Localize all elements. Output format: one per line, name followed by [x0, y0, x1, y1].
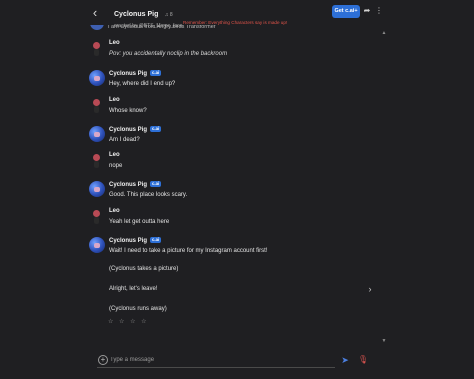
- bot-avatar: [89, 237, 105, 253]
- user-avatar: [89, 97, 105, 113]
- message-author: Leo: [109, 208, 120, 214]
- author-name: Cyclonus Pig: [109, 182, 148, 188]
- chat-title-block: Cyclonus Pig ♫ 8 created by @BTS_Meme_fa…: [114, 3, 182, 29]
- chat-header: ‹ Cyclonus Pig ♫ 8 created by @BTS_Meme_…: [0, 0, 474, 29]
- message-text: Good. This place looks scary.: [109, 192, 188, 198]
- message-author: Leo: [109, 97, 120, 103]
- message-author: Leo: [109, 152, 120, 158]
- more-vertical-icon[interactable]: ⋮: [375, 6, 383, 16]
- cai-badge: c.ai: [150, 237, 162, 243]
- message-text: Hey, where did I end up?: [109, 81, 176, 87]
- cai-badge: c.ai: [150, 181, 162, 187]
- message-text: (Cyclonus takes a picture): [109, 266, 179, 272]
- disclaimer-text: Remember: Everything Characters say is m…: [183, 20, 288, 25]
- author-name: Cyclonus Pig: [109, 127, 148, 133]
- get-cai-plus-button[interactable]: Get c.ai+: [332, 5, 360, 18]
- microphone-icon[interactable]: 🎙: [358, 355, 368, 365]
- plus-icon[interactable]: +: [98, 355, 108, 365]
- author-name: Cyclonus Pig: [109, 71, 148, 77]
- user-avatar: [89, 208, 105, 224]
- message-text: Pov: you accidentally noclip in the back…: [109, 51, 228, 57]
- message-text: Wait! I need to take a picture for my In…: [109, 248, 268, 254]
- message-row: Cyclonus Pig c.ai Wait! I need to take a …: [89, 237, 379, 317]
- message-author: Cyclonus Pig c.ai: [109, 70, 162, 77]
- next-response-chevron-icon[interactable]: ›: [366, 284, 374, 294]
- share-icon[interactable]: ➦: [362, 6, 372, 16]
- cai-badge: c.ai: [150, 70, 162, 76]
- character-name: Cyclonus Pig: [114, 11, 159, 18]
- user-avatar: [89, 152, 105, 168]
- send-icon[interactable]: ➤: [340, 355, 350, 365]
- chat-count: ♫ 8: [164, 12, 173, 18]
- message-text: Yeah let get outta here: [109, 219, 170, 225]
- message-author: Cyclonus Pig c.ai: [109, 126, 162, 133]
- message-text: Alright, let's leave!: [109, 286, 158, 292]
- scroll-up-arrow-icon[interactable]: ▲: [381, 30, 387, 36]
- message-author: Cyclonus Pig c.ai: [109, 181, 162, 188]
- scroll-down-arrow-icon[interactable]: ▼: [381, 338, 387, 344]
- message-author: Cyclonus Pig c.ai: [109, 237, 162, 244]
- back-chevron-icon[interactable]: ‹: [89, 6, 101, 20]
- message-text: Am I dead?: [109, 137, 140, 143]
- message-author: Leo: [109, 40, 120, 46]
- bot-avatar: [89, 126, 105, 142]
- creator-label[interactable]: created by @BTS_Meme_face: [114, 23, 182, 29]
- message-text: nope: [109, 163, 123, 169]
- message-text: Whose know?: [109, 108, 147, 114]
- rating-stars[interactable]: ☆ ☆ ☆ ☆: [108, 318, 149, 325]
- message-input[interactable]: [110, 355, 330, 365]
- bot-avatar: [89, 70, 105, 86]
- chat-window: ‹ Cyclonus Pig ♫ 8 created by @BTS_Meme_…: [0, 0, 474, 379]
- message-text: (Cyclonus runs away): [109, 306, 167, 312]
- author-name: Cyclonus Pig: [109, 238, 148, 244]
- bot-avatar: [89, 181, 105, 197]
- user-avatar: [89, 40, 105, 56]
- cai-badge: c.ai: [150, 126, 162, 132]
